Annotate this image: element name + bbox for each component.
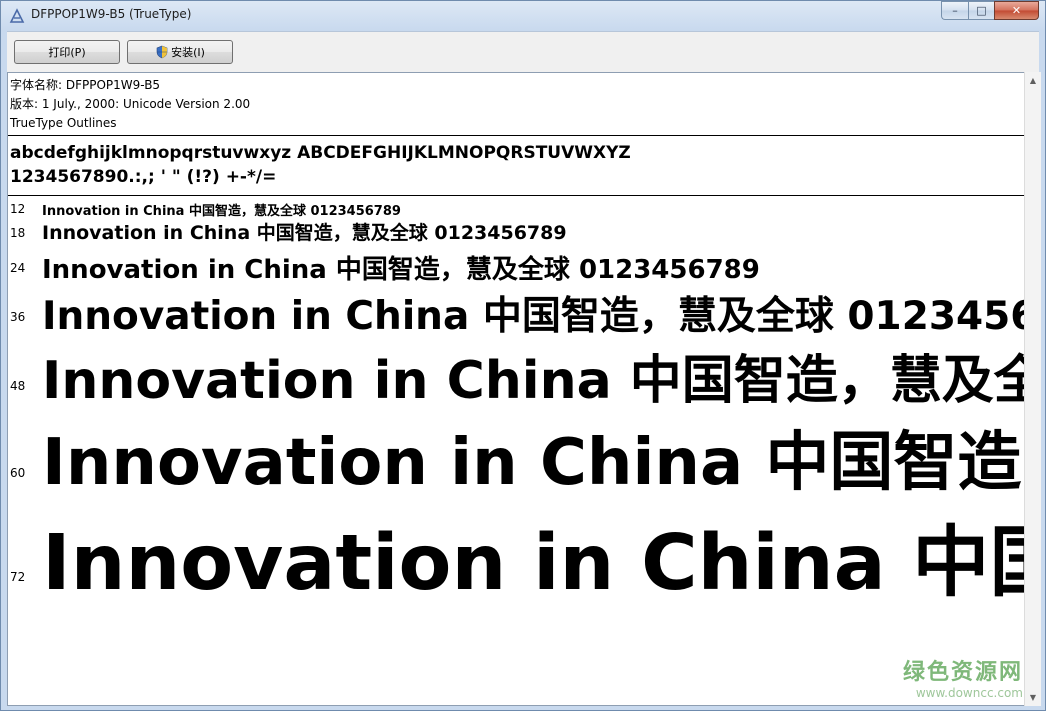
- size-label: 48: [10, 379, 26, 393]
- watermark-title: 绿色资源网: [902, 660, 1023, 685]
- size-label: 24: [10, 261, 26, 275]
- uac-shield-icon: [156, 45, 168, 59]
- toolbar: 打印(P) 安装(I): [7, 31, 1039, 72]
- font-info: 字体名称: DFPPOP1W9-B5 版本: 1 July., 2000: Un…: [10, 76, 250, 133]
- charset-letters: abcdefghijklmnopqrstuvwxyz ABCDEFGHIJKLM…: [10, 143, 631, 163]
- sample-text: Innovation in China 中国智造，慧及全球 0123456789: [42, 222, 567, 244]
- divider: [8, 195, 1024, 196]
- minimize-button[interactable]: –: [941, 1, 968, 20]
- font-version-line: 版本: 1 July., 2000: Unicode Version 2.00: [10, 97, 251, 111]
- print-button[interactable]: 打印(P): [14, 40, 120, 64]
- sample-text: Innovation in China 中国智造，慧及全球 0123456789: [42, 294, 1025, 339]
- install-button-label: 安装(I): [171, 46, 205, 59]
- window-title: DFPPOP1W9-B5 (TrueType): [31, 7, 192, 21]
- minimize-icon: –: [952, 4, 958, 17]
- sample-text: Innovation in China 中国智造，慧及全球 0123456789: [42, 204, 401, 219]
- sample-text: Innovation in China 中国智造，慧及全球 0123456789: [42, 351, 1024, 411]
- title-bar[interactable]: DFPPOP1W9-B5 (TrueType) – □ ✕: [1, 1, 1045, 31]
- scroll-up-icon[interactable]: ▲: [1025, 72, 1041, 89]
- font-preview-pane: 字体名称: DFPPOP1W9-B5 版本: 1 July., 2000: Un…: [7, 72, 1025, 706]
- vertical-scrollbar[interactable]: ▲ ▼: [1024, 72, 1041, 706]
- sample-text: Innovation in China 中国智造，慧及全球 0123456789: [42, 426, 1024, 500]
- maximize-icon: □: [976, 4, 987, 17]
- size-label: 72: [10, 570, 26, 584]
- sample-text: Innovation in China 中国智造，慧及全球 0123456789: [42, 255, 760, 285]
- size-label: 36: [10, 310, 26, 324]
- sample-row-72: 72 Innovation in China 中国智造，慧及全球 0123456…: [8, 73, 1024, 608]
- scroll-down-icon[interactable]: ▼: [1025, 689, 1041, 706]
- close-icon: ✕: [1011, 4, 1022, 17]
- watermark-url: www.downcc.com: [915, 686, 1023, 700]
- sample-text: Innovation in China 中国智造，慧及全球 0123456789: [42, 519, 1024, 608]
- size-label: 60: [10, 466, 26, 480]
- close-button[interactable]: ✕: [994, 1, 1039, 20]
- size-label: 18: [10, 226, 26, 240]
- print-button-label: 打印(P): [48, 46, 86, 59]
- install-button[interactable]: 安装(I): [127, 40, 233, 64]
- divider: [8, 135, 1024, 136]
- character-set: abcdefghijklmnopqrstuvwxyz ABCDEFGHIJKLM…: [10, 141, 631, 189]
- font-viewer-window: DFPPOP1W9-B5 (TrueType) – □ ✕ 打印(P) 安装(I…: [0, 0, 1046, 711]
- charset-digits: 1234567890.:,; ' " (!?) +-*/=: [10, 167, 277, 187]
- watermark: 绿色资源网 www.downcc.com: [903, 654, 1023, 700]
- size-label: 12: [10, 202, 26, 216]
- font-outline-line: TrueType Outlines: [10, 116, 117, 130]
- font-app-icon: [9, 8, 25, 23]
- maximize-button[interactable]: □: [968, 1, 994, 20]
- caption-buttons: – □ ✕: [941, 1, 1039, 20]
